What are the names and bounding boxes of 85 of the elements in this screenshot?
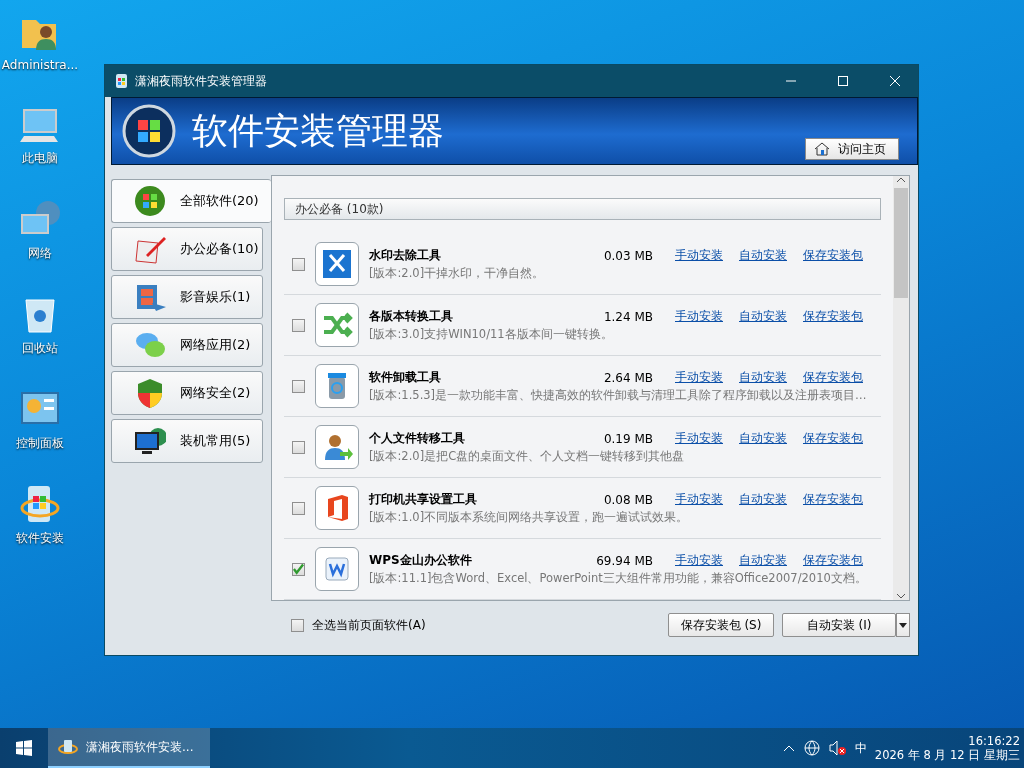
row-checkbox[interactable] [292,501,305,515]
install-link[interactable]: 保存安装包 [803,430,863,447]
install-link[interactable]: 自动安装 [739,552,787,569]
scroll-up-icon[interactable] [896,176,906,184]
row-checkbox[interactable] [292,379,305,393]
install-link[interactable]: 自动安装 [739,247,787,264]
show-hidden-icons-icon[interactable] [782,744,795,752]
row-checkbox[interactable] [292,257,305,271]
shuffle-app-icon [315,303,359,347]
taskbar-clock[interactable]: 16:16:22 2026 年 8 月 12 日 星期三 [874,733,1020,763]
software-name: 软件卸载工具 [369,369,442,386]
desktop-icon-label[interactable]: 软件安装 [16,530,64,547]
row-checkbox[interactable] [292,562,305,576]
software-name: 各版本转换工具 [369,308,454,325]
install-link[interactable]: 自动安装 [739,369,787,386]
window-title: 潇湘夜雨软件安装管理器 [135,72,268,90]
setup-app-icon [58,737,78,757]
input-method-indicator[interactable]: 中 [854,739,867,757]
home-page-button[interactable]: 访问主页 [805,138,899,160]
category-tab[interactable]: 全部软件(20) [111,179,271,223]
file-size: 69.94 MB [595,553,653,568]
software-name: 水印去除工具 [369,247,442,264]
install-link[interactable]: 自动安装 [739,308,787,325]
install-link[interactable]: 保存安装包 [803,308,863,325]
category-tab[interactable]: 网络安全(2) [111,371,263,415]
close-icon [890,76,900,86]
row-checkbox[interactable] [292,440,305,454]
file-size: 0.08 MB [602,492,653,507]
install-link[interactable]: 手动安装 [675,308,723,325]
file-size: 0.03 MB [602,248,653,263]
wps-app-icon [315,547,359,591]
software-description: [版本:1.0]不同版本系统间网络共享设置，跑一遍试试效果。 [369,510,690,525]
scroll-down-icon[interactable] [896,592,906,600]
install-link[interactable]: 手动安装 [675,430,723,447]
person-app-icon [315,425,359,469]
software-description: [版本:1.5.3]是一款功能丰富、快捷高效的软件卸载与清理工具除了程序卸载以及注册表项目… [369,388,868,403]
category-tab[interactable]: 影音娱乐(1) [111,275,263,319]
dropdown-caret-button[interactable] [896,613,910,637]
install-link[interactable]: 保存安装包 [803,369,863,386]
banner-title: 软件安装管理器 [192,108,445,153]
install-link[interactable]: 保存安装包 [803,247,863,264]
software-name: 打印机共享设置工具 [369,491,478,508]
install-link[interactable]: 手动安装 [675,369,723,386]
save-package-button[interactable]: 保存安装包 (S) [668,613,774,637]
select-all-checkbox[interactable] [291,618,304,632]
trash-app-icon [315,364,359,408]
windows-logo-icon [122,104,176,158]
caret-icon [899,622,907,628]
desktop-icon-label[interactable]: 控制面板 [16,435,64,452]
watermark-app-icon [315,242,359,286]
install-link[interactable]: 自动安装 [739,491,787,508]
network-globe-icon[interactable] [802,739,821,757]
auto-install-button[interactable]: 自动安装 (I) [782,613,896,637]
file-size: 0.19 MB [602,431,653,446]
taskbar-app-button[interactable]: 潇湘夜雨软件安装... [48,728,210,768]
category-tab[interactable]: 网络应用(2) [111,323,263,367]
monitor-icon [134,425,166,457]
category-tab[interactable]: 装机常用(5) [111,419,263,463]
software-description: [版本:2.0]干掉水印，干净自然。 [369,266,546,281]
install-link[interactable]: 保存安装包 [803,552,863,569]
app-icon [113,73,129,89]
install-link[interactable]: 手动安装 [675,552,723,569]
install-link[interactable]: 手动安装 [675,247,723,264]
file-size: 2.64 MB [602,370,653,385]
software-name: WPS金山办公软件 [369,552,473,569]
software-description: [版本:2.0]是把C盘的桌面文件、个人文档一键转移到其他盘 [369,449,686,464]
install-link[interactable]: 自动安装 [739,430,787,447]
home-icon [814,142,830,156]
windows-start-icon [16,740,32,756]
install-link[interactable]: 保存安装包 [803,491,863,508]
scrollbar-thumb[interactable] [894,188,908,298]
select-all-label: 全选当前页面软件(A) [312,616,427,634]
windows-icon [134,185,166,217]
software-description: [版本:3.0]支持WIN10/11各版本间一键转换。 [369,327,614,342]
office-app-icon [315,486,359,530]
software-name: 个人文件转移工具 [369,430,466,447]
category-tab[interactable]: 办公必备(10) [111,227,263,271]
volume-muted-icon[interactable] [828,740,847,756]
file-size: 1.24 MB [602,309,653,324]
maximize-icon [838,76,848,86]
install-link[interactable]: 手动安装 [675,491,723,508]
row-checkbox[interactable] [292,318,305,332]
scrollbar[interactable] [893,176,909,600]
software-description: [版本:11.1]包含Word、Excel、PowerPoint三大组件常用功能，兼容Office2007/2010文档。 [369,571,868,586]
group-header: 办公必备 (10款) [284,198,881,220]
